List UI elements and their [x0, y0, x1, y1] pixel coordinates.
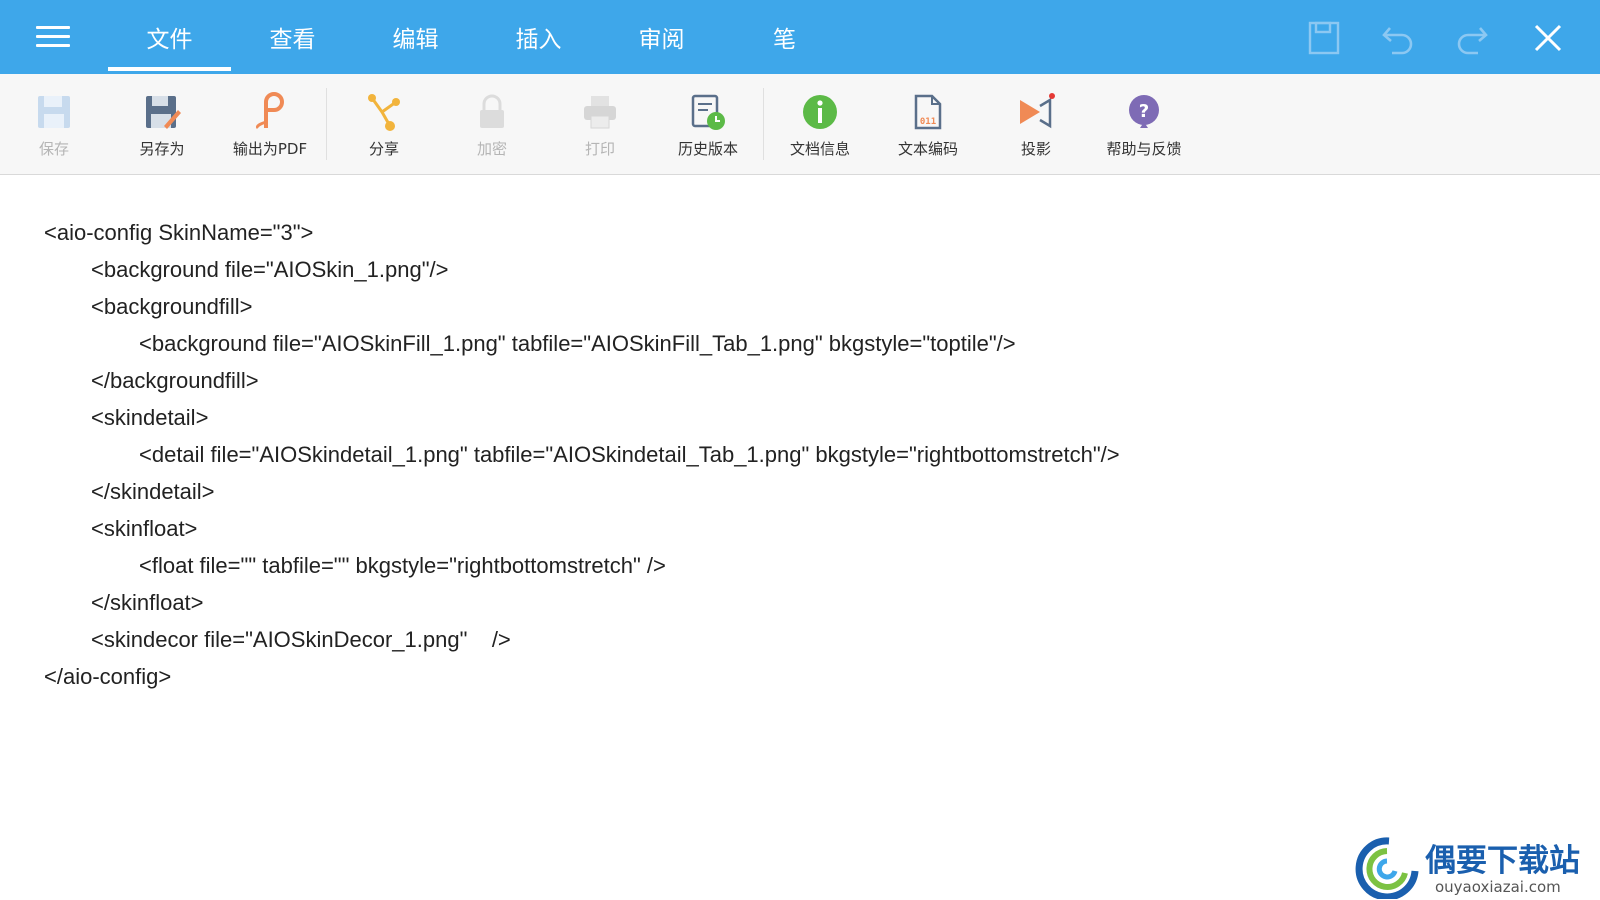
tab-edit[interactable]: 编辑 [354, 0, 477, 74]
tool-label: 打印 [584, 140, 615, 158]
logo-swirl-icon [1355, 837, 1419, 899]
watermark-logo: 偶要下载站 ouyaoxiazai.com [1355, 835, 1595, 900]
history-tool-button[interactable]: 历史版本 [654, 74, 762, 174]
share-tool-button[interactable]: 分享 [330, 74, 438, 174]
save-as-tool-button[interactable]: 另存为 [108, 74, 216, 174]
text-line: <skindecor file="AIOSkinDecor_1.png" /> [91, 627, 511, 652]
svg-text:011: 011 [920, 117, 936, 127]
encrypt-tool-button[interactable]: 加密 [438, 74, 546, 174]
svg-text:?: ? [1139, 101, 1149, 122]
tab-label: 编辑 [392, 27, 439, 53]
menu-bar: 文件 查看 编辑 插入 审阅 笔 [0, 0, 1600, 74]
text-line: <skinfloat> [91, 516, 198, 541]
tab-file[interactable]: 文件 [108, 0, 231, 74]
tool-label: 保存 [38, 140, 69, 158]
text-line: <skindetail> [91, 405, 209, 430]
share-icon [368, 94, 400, 131]
undo-icon [1382, 27, 1413, 55]
text-line: </backgroundfill> [91, 368, 259, 393]
help-feedback-tool-button[interactable]: ? 帮助与反馈 [1090, 74, 1198, 174]
projection-tool-button[interactable]: 投影 [982, 74, 1090, 174]
text-line: <background file="AIOSkinFill_1.png" tab… [139, 331, 1016, 356]
tool-label: 输出为PDF [232, 140, 308, 158]
tool-label: 帮助与反馈 [1106, 140, 1182, 158]
close-icon [1534, 24, 1562, 52]
floppy-disk-icon [38, 96, 70, 128]
text-line: </aio-config> [44, 664, 172, 689]
projection-icon [1020, 93, 1055, 129]
help-icon: ? [1129, 95, 1159, 128]
tool-label: 加密 [476, 140, 507, 158]
pdf-export-icon [256, 92, 284, 130]
tab-label: 笔 [773, 27, 796, 53]
top-save-button[interactable] [1304, 18, 1344, 58]
tab-label: 查看 [269, 27, 316, 53]
text-encoding-icon: 011 [914, 94, 942, 130]
text-encoding-tool-button[interactable]: 011 文本编码 [874, 74, 982, 174]
history-icon [691, 94, 725, 130]
ribbon-toolbar: 保存 另存为 输出为PDF 分享 加密 打印 历史版本 文档信息 011 文本编… [0, 74, 1600, 175]
tab-pen[interactable]: 笔 [723, 0, 846, 74]
lock-icon [480, 94, 504, 128]
tab-label: 审阅 [638, 27, 685, 53]
redo-button[interactable] [1452, 18, 1492, 58]
doc-info-tool-button[interactable]: 文档信息 [766, 74, 874, 174]
save-as-icon [146, 96, 181, 129]
tool-label: 另存为 [139, 140, 185, 158]
text-line: <backgroundfill> [91, 294, 253, 319]
printer-icon [584, 96, 616, 129]
tool-label: 分享 [368, 140, 399, 158]
tab-label: 文件 [146, 27, 193, 53]
tab-label: 插入 [515, 27, 562, 53]
tab-insert[interactable]: 插入 [477, 0, 600, 74]
text-line: <background file="AIOSkin_1.png"/> [91, 257, 449, 282]
tab-view[interactable]: 查看 [231, 0, 354, 74]
document-editor[interactable]: <aio-config SkinName="3"> <background fi… [0, 175, 1600, 900]
menu-tabs: 文件 查看 编辑 插入 审阅 笔 [108, 0, 846, 74]
hamburger-menu-icon[interactable] [36, 24, 70, 50]
ribbon-divider [326, 88, 327, 160]
tool-label: 投影 [1020, 140, 1051, 158]
watermark-title: 偶要下载站 [1425, 843, 1580, 879]
redo-icon [1457, 27, 1488, 55]
text-line: <float file="" tabfile="" bkgstyle="righ… [139, 553, 666, 578]
watermark-url: ouyaoxiazai.com [1435, 878, 1561, 896]
print-tool-button[interactable]: 打印 [546, 74, 654, 174]
close-button[interactable] [1528, 18, 1568, 58]
save-icon [1308, 21, 1340, 55]
info-icon [803, 95, 837, 129]
text-line: <detail file="AIOSkindetail_1.png" tabfi… [139, 442, 1120, 467]
tool-label: 历史版本 [677, 140, 738, 158]
export-pdf-tool-button[interactable]: 输出为PDF [216, 74, 324, 174]
text-line: <aio-config SkinName="3"> [44, 220, 314, 245]
ribbon-divider [763, 88, 764, 160]
text-line: </skinfloat> [91, 590, 204, 615]
tool-label: 文档信息 [789, 140, 850, 158]
tool-label: 文本编码 [897, 140, 958, 158]
save-tool-button[interactable]: 保存 [0, 74, 108, 174]
undo-button[interactable] [1378, 18, 1418, 58]
text-line: </skindetail> [91, 479, 215, 504]
tab-review[interactable]: 审阅 [600, 0, 723, 74]
